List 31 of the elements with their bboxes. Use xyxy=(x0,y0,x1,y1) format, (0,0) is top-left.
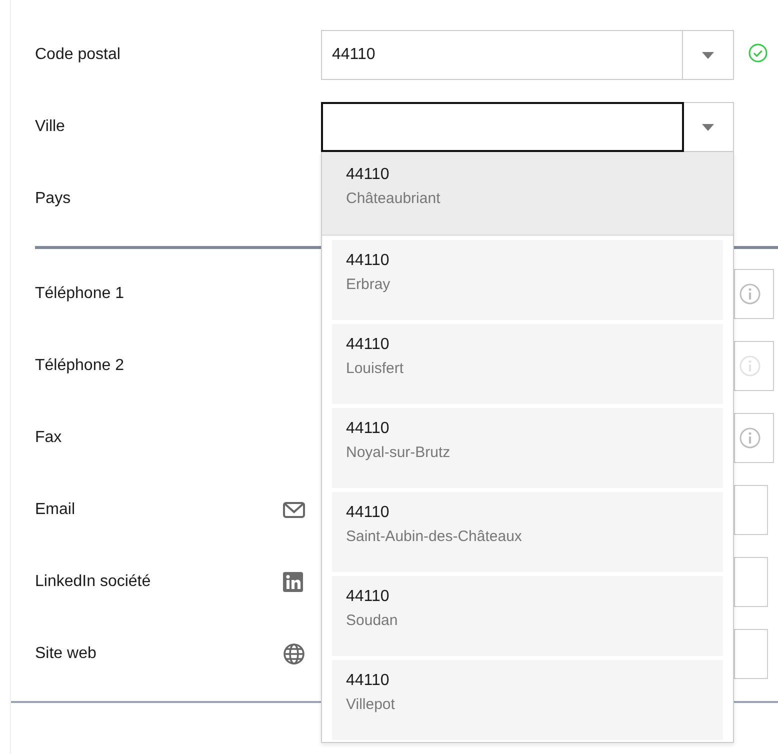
suggestion-item[interactable]: 44110 Châteaubriant xyxy=(322,152,733,236)
input-field[interactable] xyxy=(734,413,774,463)
field-label: Pays xyxy=(34,190,72,208)
globe-icon[interactable] xyxy=(283,643,305,665)
linkedin-icon[interactable] xyxy=(283,572,303,592)
input-field[interactable] xyxy=(734,557,768,607)
field-label: Ville xyxy=(34,118,66,136)
field-label: Site web xyxy=(34,645,98,663)
suggestion-item[interactable]: 44110 Noyal-sur-Brutz xyxy=(332,408,723,488)
field-label: LinkedIn société xyxy=(34,573,152,591)
field-label: Email xyxy=(34,501,76,519)
suggestion-item[interactable]: 44110 Soudan xyxy=(332,576,723,656)
suggestion-item[interactable]: 44110 Saint-Aubin-des-Châteaux xyxy=(332,492,723,572)
combo-box[interactable] xyxy=(321,102,734,152)
field-label: Code postal xyxy=(34,46,122,64)
suggestion-item[interactable]: 44110 Louisfert xyxy=(332,324,723,404)
input-field[interactable] xyxy=(734,629,768,679)
suggestion-item[interactable]: 44110 Erbray xyxy=(332,240,723,320)
info-icon[interactable] xyxy=(739,427,761,449)
input-field[interactable] xyxy=(734,341,774,391)
field-label: Téléphone 2 xyxy=(34,357,125,375)
dropdown-arrow-icon[interactable] xyxy=(702,52,714,58)
combo-box[interactable]: 44110 xyxy=(321,30,734,80)
info-icon[interactable] xyxy=(739,283,761,305)
field-label: Fax xyxy=(34,429,63,447)
suggestion-item[interactable]: 44110 Villepot xyxy=(332,660,723,740)
field-label: Téléphone 1 xyxy=(34,285,125,303)
input-field[interactable] xyxy=(734,485,768,535)
envelope-icon[interactable] xyxy=(283,502,305,518)
dropdown-arrow-icon[interactable] xyxy=(702,124,714,130)
input-field[interactable] xyxy=(734,269,774,319)
